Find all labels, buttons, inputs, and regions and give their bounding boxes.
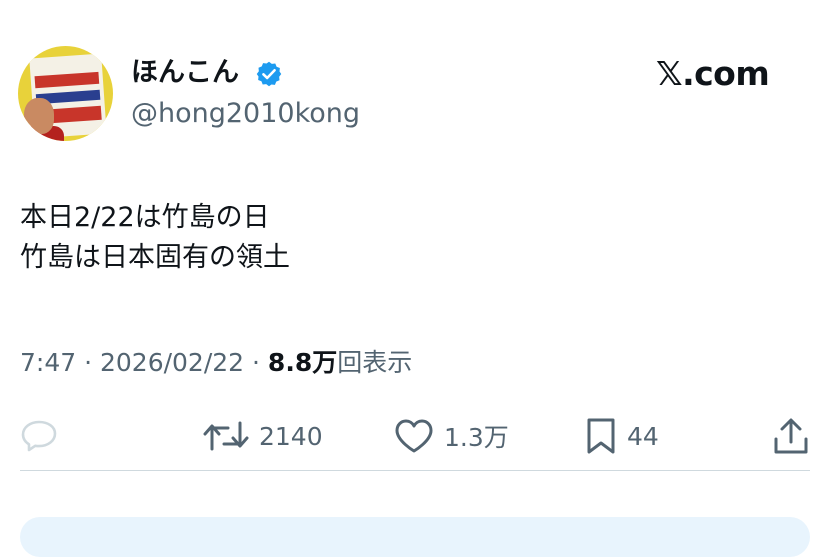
- retweet-count: 2140: [259, 421, 323, 451]
- bookmark-icon: [587, 418, 615, 454]
- user-handle[interactable]: @hong2010kong: [131, 96, 360, 132]
- display-name[interactable]: ほんこん: [131, 53, 239, 93]
- heart-icon: [395, 419, 433, 453]
- like-count: 1.3万: [444, 423, 509, 452]
- tweet-line: 本日2/22は竹島の日: [20, 202, 270, 233]
- avatar[interactable]: [18, 46, 113, 141]
- meta-separator: ·: [76, 348, 100, 377]
- x-com-logo: 𝕏.com: [656, 54, 770, 93]
- tweet-time[interactable]: 7:47: [20, 348, 76, 377]
- tweet-date[interactable]: 2026/02/22: [100, 348, 244, 377]
- views-label: 回表示: [337, 348, 413, 377]
- tweet-line: 竹島は日本固有の領土: [20, 242, 290, 273]
- share-upload-icon: [774, 418, 808, 454]
- like-button[interactable]: 1.3万: [394, 410, 509, 462]
- verified-badge-icon: [256, 61, 282, 87]
- tweet-meta: 7:47 · 2026/02/22 · 8.8万回表示: [20, 345, 412, 381]
- views-count: 8.8万: [267, 348, 338, 377]
- action-bar: 2140 1.3万 44: [0, 410, 828, 462]
- bookmark-count: 44: [627, 421, 659, 451]
- tweet-text: 本日2/22は竹島の日 竹島は日本固有の領土: [20, 198, 290, 278]
- reply-box[interactable]: [20, 517, 810, 557]
- share-button[interactable]: [773, 410, 809, 462]
- avatar-face: [24, 98, 54, 134]
- meta-separator: ·: [244, 348, 268, 377]
- bookmark-button[interactable]: 44: [585, 410, 659, 462]
- retweet-icon: [203, 421, 249, 451]
- reply-button[interactable]: [20, 410, 58, 462]
- divider: [20, 470, 810, 471]
- reply-bubble-icon: [21, 420, 57, 452]
- retweet-button[interactable]: 2140: [203, 410, 323, 462]
